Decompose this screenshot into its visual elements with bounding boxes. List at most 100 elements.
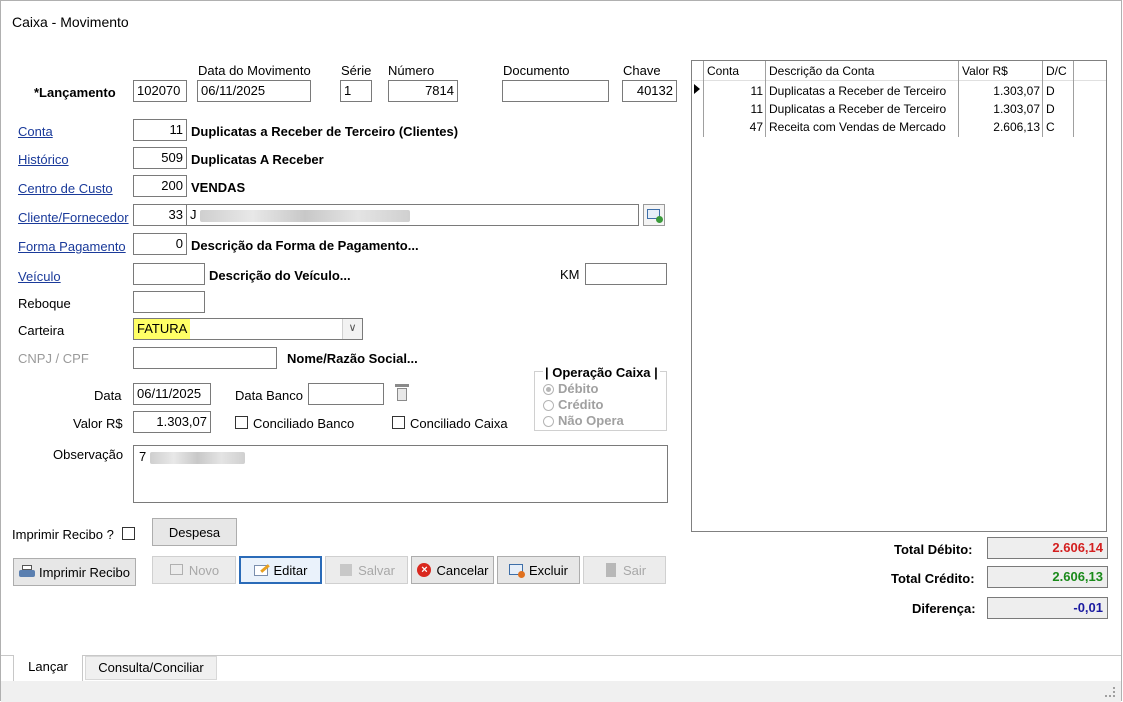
data-movimento-input[interactable]: 06/11/2025 bbox=[197, 80, 311, 102]
redacted-name bbox=[200, 209, 411, 222]
conta-link[interactable]: Conta bbox=[18, 124, 53, 139]
observacao-textarea[interactable]: 7 bbox=[133, 445, 668, 503]
grid-header-conta[interactable]: Conta bbox=[704, 63, 766, 80]
conciliado-caixa-checkbox[interactable] bbox=[392, 416, 405, 429]
sair-button[interactable]: Sair bbox=[583, 556, 666, 584]
printer-icon bbox=[18, 565, 35, 579]
reboque-input[interactable] bbox=[133, 291, 205, 313]
radio-credito[interactable]: Crédito bbox=[543, 397, 604, 412]
data-label: Data bbox=[94, 388, 122, 403]
conta-description: Duplicatas a Receber de Terceiro (Client… bbox=[191, 124, 459, 139]
km-input[interactable] bbox=[585, 263, 667, 285]
despesa-button[interactable]: Despesa bbox=[152, 518, 237, 546]
cliente-fornecedor-link[interactable]: Cliente/Fornecedor bbox=[18, 210, 129, 225]
table-row[interactable]: 11 Duplicatas a Receber de Terceiro 1.30… bbox=[692, 101, 1106, 118]
window-title: Caixa - Movimento bbox=[12, 14, 129, 30]
historico-input[interactable]: 509 bbox=[133, 147, 187, 169]
lancamentos-grid[interactable]: Conta Descrição da Conta Valor R$ D/C 11… bbox=[691, 60, 1107, 532]
veiculo-input[interactable] bbox=[133, 263, 205, 285]
cell-conta: 11 bbox=[750, 102, 763, 116]
total-debito-value: 2.606,14 bbox=[987, 537, 1108, 559]
tab-consulta-conciliar[interactable]: Consulta/Conciliar bbox=[85, 656, 217, 680]
forma-pagamento-input[interactable]: 0 bbox=[133, 233, 187, 255]
imprimir-recibo-label: Imprimir Recibo bbox=[38, 564, 130, 580]
cell-dc: D bbox=[1046, 102, 1055, 116]
status-bar bbox=[1, 681, 1121, 702]
title-bar: Caixa - Movimento bbox=[1, 1, 1121, 41]
imprimir-recibo-checkbox[interactable] bbox=[122, 527, 135, 540]
search-client-button[interactable] bbox=[643, 204, 665, 226]
chevron-down-icon[interactable]: ∨ bbox=[342, 319, 362, 339]
centro-custo-link[interactable]: Centro de Custo bbox=[18, 181, 113, 196]
table-row[interactable]: 47 Receita com Vendas de Mercado 2.606,1… bbox=[692, 119, 1106, 136]
cancelar-label: Cancelar bbox=[436, 562, 489, 578]
conta-input[interactable]: 11 bbox=[133, 119, 187, 141]
radio-selected-icon bbox=[543, 384, 554, 396]
conciliado-banco-label: Conciliado Banco bbox=[253, 416, 355, 431]
radio-debito[interactable]: Débito bbox=[543, 381, 598, 396]
grid-header-valor[interactable]: Valor R$ bbox=[959, 63, 1043, 80]
salvar-button[interactable]: Salvar bbox=[325, 556, 408, 584]
chave-input[interactable]: 40132 bbox=[622, 80, 677, 102]
cell-dc: C bbox=[1046, 120, 1055, 134]
cliente-name-input[interactable]: J bbox=[186, 204, 639, 226]
serie-label: Série bbox=[341, 63, 372, 78]
trash-icon[interactable] bbox=[391, 381, 413, 405]
tab-lancar[interactable]: Lançar bbox=[13, 655, 83, 682]
data-input[interactable]: 06/11/2025 bbox=[133, 383, 211, 405]
forma-pagamento-link[interactable]: Forma Pagamento bbox=[18, 239, 126, 254]
data-movimento-label: Data do Movimento bbox=[198, 63, 311, 78]
grid-header-dc[interactable]: D/C bbox=[1043, 63, 1073, 80]
cliente-code-input[interactable]: 33 bbox=[133, 204, 187, 226]
lancamento-label: *Lançamento bbox=[34, 85, 116, 100]
save-shape bbox=[340, 564, 353, 576]
resize-grip-icon[interactable] bbox=[1105, 687, 1115, 697]
cancel-circle: × bbox=[417, 563, 432, 577]
conciliado-banco-checkbox[interactable] bbox=[235, 416, 248, 429]
data-banco-input[interactable] bbox=[308, 383, 384, 405]
main-window: Caixa - Movimento Data do Movimento Séri… bbox=[0, 0, 1122, 702]
cell-valor: 1.303,07 bbox=[993, 84, 1040, 98]
editar-label: Editar bbox=[273, 562, 308, 578]
numero-input[interactable]: 7814 bbox=[388, 80, 458, 102]
radio-nao-opera[interactable]: Não Opera bbox=[543, 413, 624, 428]
save-icon bbox=[338, 563, 354, 577]
total-credito-value: 2.606,13 bbox=[987, 566, 1108, 588]
operacao-caixa-group: | Operação Caixa | Débito Crédito Não Op… bbox=[534, 365, 667, 431]
add-icon bbox=[656, 216, 663, 223]
cell-valor: 1.303,07 bbox=[993, 102, 1040, 116]
imprimir-recibo-button[interactable]: Imprimir Recibo bbox=[13, 558, 136, 586]
operacao-caixa-title: | Operação Caixa | bbox=[543, 365, 660, 380]
trash-lid bbox=[395, 384, 409, 387]
new-document-icon bbox=[169, 563, 185, 577]
conciliado-caixa-label: Conciliado Caixa bbox=[410, 416, 508, 431]
grid-header-descricao[interactable]: Descrição da Conta bbox=[766, 63, 959, 80]
centro-custo-input[interactable]: 200 bbox=[133, 175, 187, 197]
historico-link[interactable]: Histórico bbox=[18, 152, 69, 167]
documento-input[interactable] bbox=[502, 80, 609, 102]
cell-valor: 2.606,13 bbox=[993, 120, 1040, 134]
cancel-icon: × bbox=[416, 563, 432, 577]
serie-input[interactable]: 1 bbox=[340, 80, 372, 102]
editar-button[interactable]: Editar bbox=[239, 556, 322, 584]
valor-input[interactable]: 1.303,07 bbox=[133, 411, 211, 433]
cnpj-cpf-input[interactable] bbox=[133, 347, 277, 369]
cell-dc: D bbox=[1046, 84, 1055, 98]
cell-descricao: Duplicatas a Receber de Terceiro bbox=[769, 84, 947, 98]
carteira-select[interactable]: FATURA ∨ bbox=[133, 318, 363, 340]
radio-icon bbox=[543, 416, 554, 428]
novo-button[interactable]: Novo bbox=[152, 556, 236, 584]
diferenca-value: -0,01 bbox=[987, 597, 1108, 619]
table-row[interactable]: 11 Duplicatas a Receber de Terceiro 1.30… bbox=[692, 83, 1106, 100]
trash-body bbox=[397, 388, 407, 401]
excluir-button[interactable]: Excluir bbox=[497, 556, 580, 584]
sair-label: Sair bbox=[622, 562, 647, 578]
cancelar-button[interactable]: × Cancelar bbox=[411, 556, 494, 584]
cell-conta: 47 bbox=[749, 120, 763, 134]
lancamento-input[interactable]: 102070 bbox=[133, 80, 187, 102]
edit-pencil-icon bbox=[253, 563, 270, 577]
observacao-initial: 7 bbox=[139, 449, 147, 464]
data-banco-label: Data Banco bbox=[235, 388, 303, 403]
veiculo-link[interactable]: Veículo bbox=[18, 269, 61, 284]
total-debito-label: Total Débito: bbox=[894, 542, 973, 557]
